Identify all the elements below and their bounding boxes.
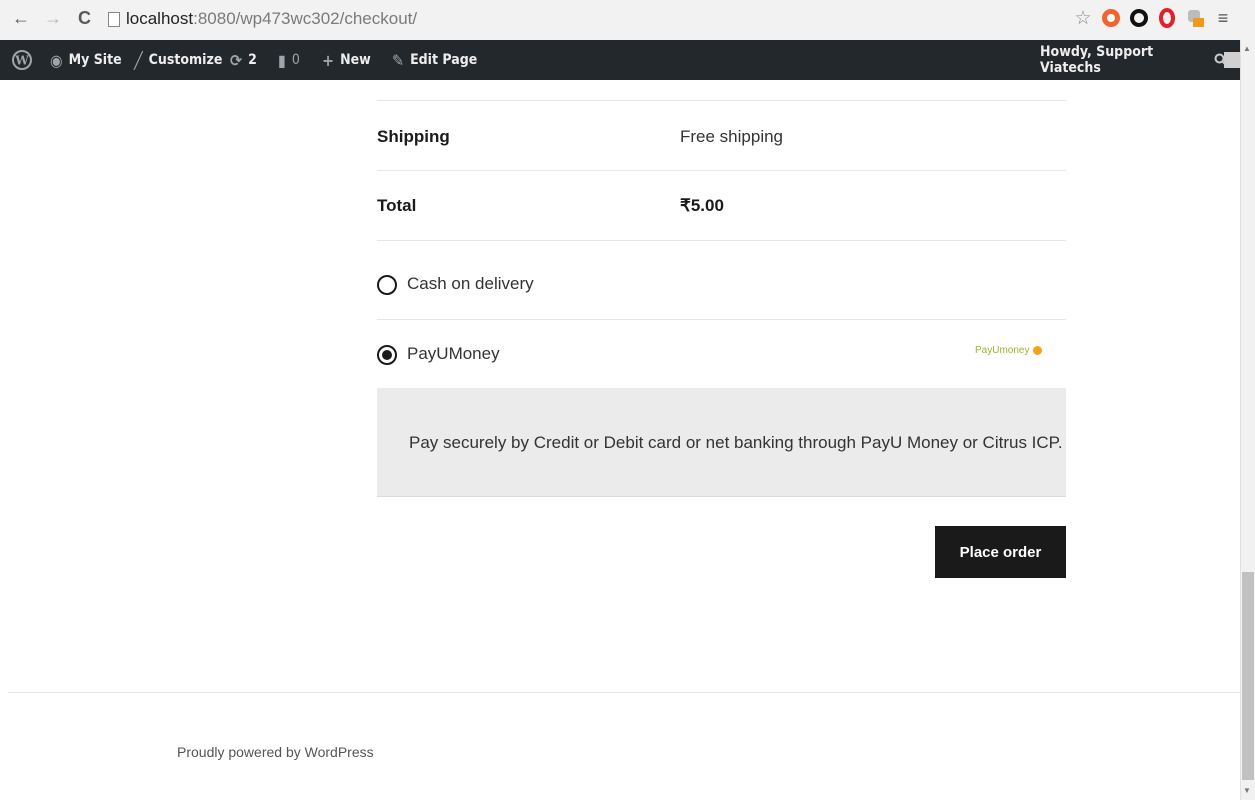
- howdy-label: Howdy, Support Viatechs: [1040, 44, 1154, 76]
- wordpress-logo-icon: W: [12, 50, 32, 70]
- payumoney-logo-text: PayUmoney: [975, 345, 1030, 356]
- url-host: localhost: [126, 9, 194, 28]
- divider: [377, 170, 1066, 171]
- new-label: New: [340, 52, 371, 68]
- footer-credit-link[interactable]: Proudly powered by WordPress: [177, 744, 374, 760]
- wordpress-logo-button[interactable]: W: [12, 40, 32, 80]
- total-value: ₹5.00: [680, 196, 724, 215]
- place-order-button[interactable]: Place order: [935, 526, 1066, 578]
- svg-text:W: W: [14, 54, 29, 68]
- customize-link[interactable]: ╱ Customize: [134, 40, 222, 80]
- divider: [377, 319, 1066, 320]
- reload-icon[interactable]: C: [78, 8, 91, 28]
- scroll-down-arrow-icon[interactable]: ▼: [1243, 786, 1251, 795]
- shipping-label: Shipping: [377, 127, 450, 146]
- comments-count: 0: [291, 52, 300, 68]
- brush-icon: ╱: [134, 50, 143, 70]
- payumoney-radio[interactable]: [377, 345, 397, 365]
- payumoney-label[interactable]: PayUMoney: [407, 344, 500, 364]
- dashboard-icon: ◉: [50, 50, 63, 70]
- shipping-value: Free shipping: [680, 127, 784, 146]
- divider: [377, 100, 1066, 101]
- cash-on-delivery-label[interactable]: Cash on delivery: [407, 274, 534, 294]
- pencil-icon: ✎: [392, 50, 405, 70]
- back-arrow-icon[interactable]: ←: [12, 8, 30, 28]
- new-content-link[interactable]: + New: [322, 40, 371, 80]
- extension-orange-icon[interactable]: [1100, 7, 1122, 29]
- star-icon[interactable]: ☆: [1072, 7, 1094, 29]
- updates-link[interactable]: ⟳ 2: [230, 40, 257, 80]
- my-site-label: My Site: [68, 52, 122, 68]
- total-label: Total: [377, 196, 417, 215]
- edit-page-link[interactable]: ✎ Edit Page: [392, 40, 477, 80]
- my-site-link[interactable]: ◉ My Site: [50, 40, 122, 80]
- citrus-logo-icon: [1033, 346, 1043, 355]
- forward-arrow-icon[interactable]: →: [44, 8, 62, 28]
- comment-icon: ▮: [278, 50, 286, 70]
- account-menu[interactable]: Howdy, Support Viatechs: [1040, 40, 1240, 80]
- browser-toolbar: ← → C localhost:8080/wp473wc302/checkout…: [0, 0, 1255, 41]
- search-icon: [1214, 53, 1228, 67]
- comments-link[interactable]: ▮ 0: [278, 40, 300, 80]
- refresh-icon: ⟳: [230, 50, 243, 70]
- wp-admin-bar: W ◉ My Site ╱ Customize ⟳ 2 ▮ 0 + New ✎ Edit P…: [0, 40, 1240, 80]
- address-bar[interactable]: localhost:8080/wp473wc302/checkout/: [108, 6, 417, 32]
- opera-icon[interactable]: [1156, 7, 1178, 29]
- payment-description: Pay securely by Credit or Debit card or …: [409, 433, 1063, 452]
- url-path: :8080/wp473wc302/checkout/: [193, 9, 418, 28]
- scroll-up-arrow-icon[interactable]: ▲: [1243, 44, 1251, 53]
- divider: [377, 240, 1066, 241]
- extension-off-icon[interactable]: [1184, 7, 1206, 29]
- cash-on-delivery-radio[interactable]: [377, 275, 397, 295]
- menu-icon[interactable]: ≡: [1212, 7, 1234, 29]
- customize-label: Customize: [148, 52, 223, 68]
- page-icon: [108, 11, 120, 27]
- search-button[interactable]: [1214, 40, 1228, 80]
- footer-divider: [8, 692, 1240, 693]
- scrollbar-thumb[interactable]: [1242, 572, 1254, 780]
- edit-page-label: Edit Page: [410, 52, 478, 68]
- updates-count: 2: [248, 52, 257, 68]
- plus-icon: +: [322, 50, 335, 70]
- extension-ring-icon[interactable]: [1128, 7, 1150, 29]
- payumoney-logo: PayUmoney: [975, 345, 1043, 356]
- payment-description-box: Pay securely by Credit or Debit card or …: [377, 388, 1066, 497]
